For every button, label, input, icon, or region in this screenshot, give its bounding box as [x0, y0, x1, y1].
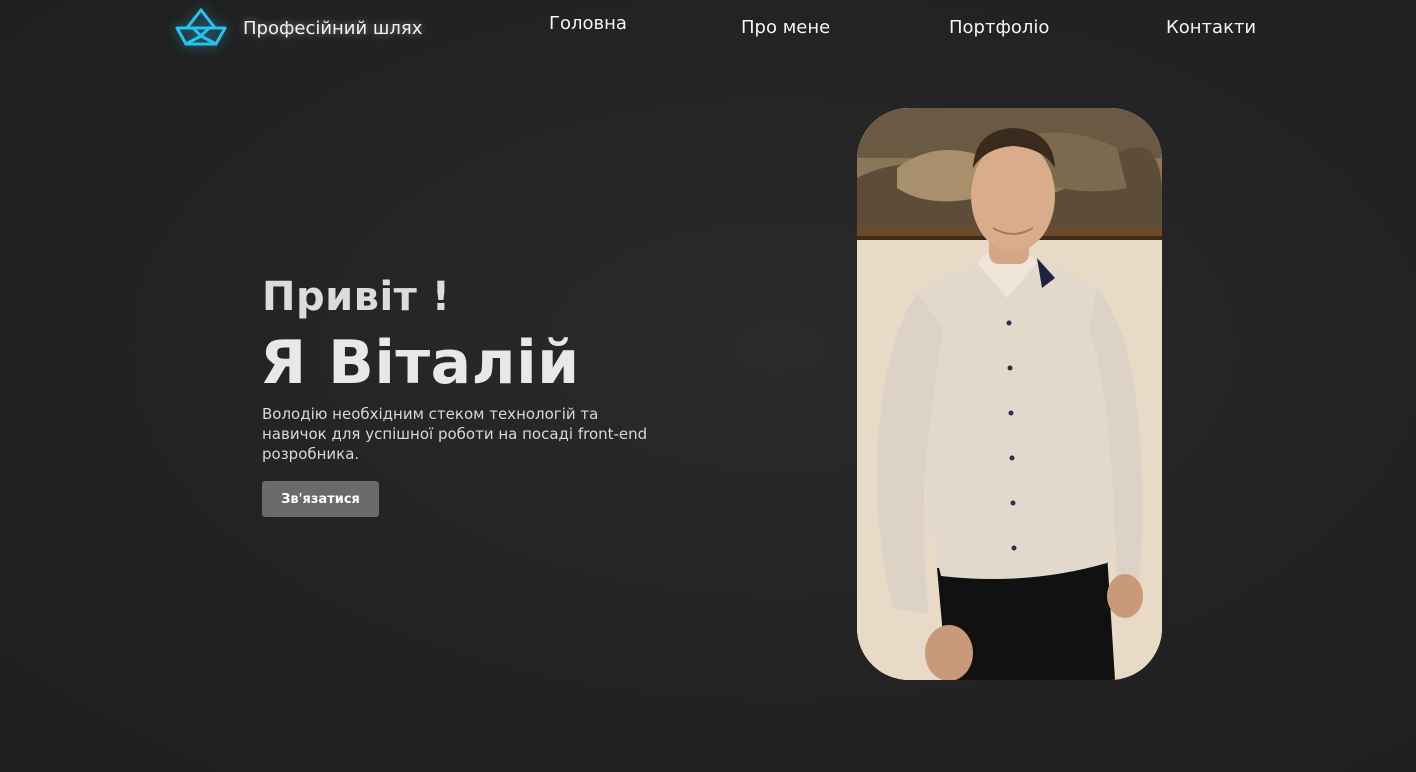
- nav-about-link[interactable]: Про мене: [741, 17, 830, 38]
- hero-name: Я Віталій: [260, 328, 580, 398]
- hero-greeting: Привіт !: [262, 274, 451, 320]
- profile-photo: [857, 108, 1162, 680]
- nav-contacts-link[interactable]: Контакти: [1166, 17, 1256, 38]
- nav-portfolio-link[interactable]: Портфоліо: [949, 17, 1049, 38]
- site-header: Професійний шлях Головна Про мене Портфо…: [0, 0, 1416, 60]
- contact-button[interactable]: Зв'язатися: [262, 481, 379, 517]
- logo-text: Професійний шлях: [243, 17, 423, 39]
- profile-photo-image: [857, 108, 1162, 680]
- nav-home-link[interactable]: Головна: [549, 13, 627, 34]
- hero-description: Володію необхідним стеком технологій та …: [262, 405, 648, 463]
- paper-boat-icon: [175, 8, 227, 46]
- logo[interactable]: Професійний шлях: [173, 6, 422, 50]
